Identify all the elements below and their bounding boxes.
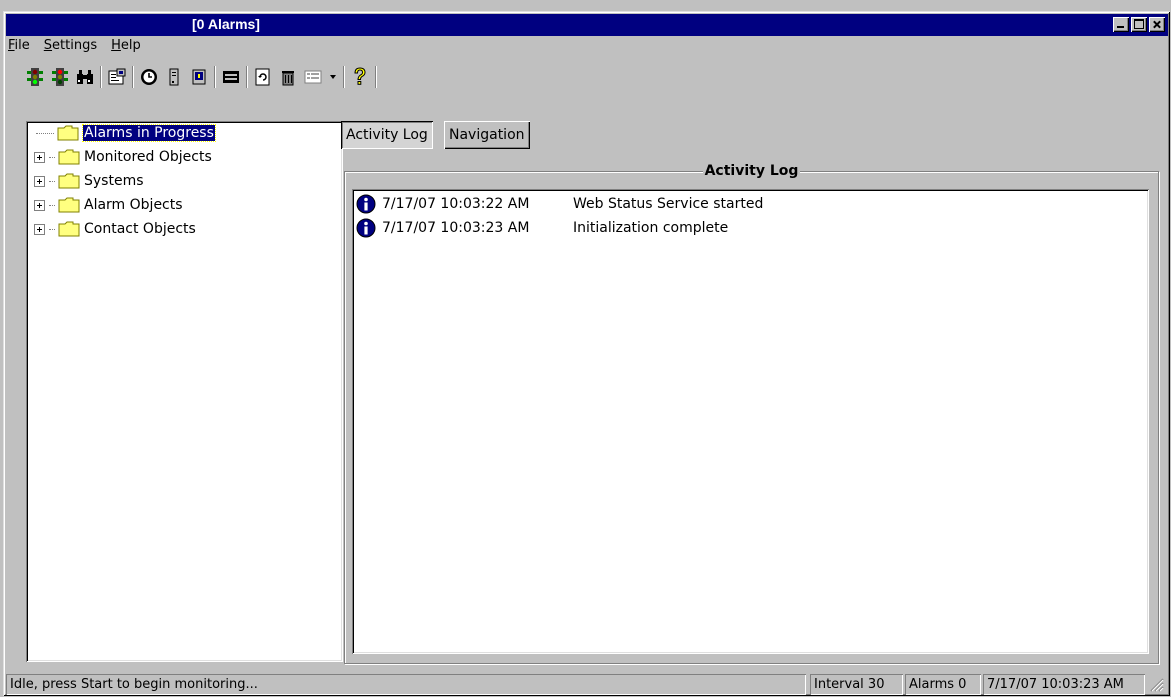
info-icon <box>356 194 376 214</box>
menu-settings-mnemonic: S <box>43 38 53 53</box>
log-time: 7/17/07 10:03:22 AM <box>382 196 530 212</box>
tree-item-label: Monitored Objects <box>84 149 212 165</box>
tree-connector <box>49 180 55 182</box>
maximize-button[interactable] <box>1131 17 1147 32</box>
folder-icon <box>58 173 80 189</box>
trash-icon[interactable] <box>277 66 299 88</box>
expand-icon[interactable] <box>34 223 45 235</box>
menu-file-label: ile <box>14 38 30 53</box>
tree-item-systems[interactable]: Systems <box>34 171 144 191</box>
tree-item-monitored-objects[interactable]: Monitored Objects <box>34 147 212 167</box>
menu-settings-label: ettings <box>52 38 98 53</box>
toolbar-separator <box>343 66 345 88</box>
menu-help[interactable]: Help <box>109 38 143 53</box>
display-icon[interactable] <box>220 66 242 88</box>
tab-navigation[interactable]: Navigation <box>444 121 530 149</box>
menu-help-mnemonic: H <box>111 38 121 53</box>
tree-item-label: Alarm Objects <box>84 197 183 213</box>
close-button[interactable] <box>1149 17 1165 32</box>
binoculars-icon[interactable] <box>74 66 96 88</box>
resize-grip-icon[interactable] <box>1148 676 1164 692</box>
toolbar-separator <box>375 66 377 88</box>
folder-icon <box>58 149 80 165</box>
tree-item-label: Contact Objects <box>84 221 196 237</box>
help-icon[interactable] <box>349 66 371 88</box>
menu-bar: File Settings Help <box>6 38 153 53</box>
minimize-button[interactable] <box>1113 17 1129 32</box>
dropdown-arrow-icon[interactable] <box>327 66 339 88</box>
tab-label: Activity Log <box>346 127 428 143</box>
status-bar: Idle, press Start to begin monitoring...… <box>6 674 1166 695</box>
log-entry[interactable]: 7/17/07 10:03:22 AM Web Status Service s… <box>356 193 763 215</box>
tree-view[interactable]: Alarms in Progress Monitored Objects Sys… <box>26 121 343 662</box>
monitor-icon[interactable] <box>188 66 210 88</box>
toolbar <box>24 64 381 90</box>
window-title: [0 Alarms] <box>192 16 260 32</box>
log-message: Web Status Service started <box>573 196 764 212</box>
clock-icon[interactable] <box>138 66 160 88</box>
tab-label: Navigation <box>449 127 525 143</box>
tree-item-alarms-in-progress[interactable]: Alarms in Progress <box>36 123 216 143</box>
menu-help-label: elp <box>120 38 141 53</box>
tree-connector <box>49 204 55 206</box>
tree-item-contact-objects[interactable]: Contact Objects <box>34 219 196 239</box>
info-icon <box>356 218 376 238</box>
menu-file[interactable]: File <box>6 38 32 53</box>
status-timestamp: 7/17/07 10:03:23 AM <box>983 674 1145 695</box>
toolbar-separator <box>100 66 102 88</box>
tree-item-alarm-objects[interactable]: Alarm Objects <box>34 195 183 215</box>
tree-connector <box>49 228 55 230</box>
expand-icon[interactable] <box>34 151 45 163</box>
folder-icon <box>58 197 80 213</box>
refresh-icon[interactable] <box>252 66 274 88</box>
tab-activity-log[interactable]: Activity Log <box>341 121 433 149</box>
status-message: Idle, press Start to begin monitoring... <box>6 674 806 695</box>
tree-connector <box>36 132 54 134</box>
view-icon[interactable] <box>302 66 324 88</box>
activity-log-title: Activity Log <box>702 163 801 179</box>
menu-settings[interactable]: Settings <box>42 38 99 53</box>
group-title: Activity Log <box>345 163 1158 179</box>
log-message: Initialization complete <box>573 220 729 236</box>
tree-connector <box>49 156 55 158</box>
log-entry[interactable]: 7/17/07 10:03:23 AM Initialization compl… <box>356 217 728 239</box>
tree-item-label: Systems <box>84 173 144 189</box>
log-time: 7/17/07 10:03:23 AM <box>382 220 530 236</box>
status-interval: Interval 30 <box>810 674 903 695</box>
expand-icon[interactable] <box>34 199 45 211</box>
toolbar-separator <box>214 66 216 88</box>
toolbar-separator <box>246 66 248 88</box>
properties-icon[interactable] <box>106 66 128 88</box>
folder-icon <box>58 221 80 237</box>
title-bar[interactable]: [0 Alarms] <box>6 14 1168 36</box>
toolbar-separator <box>132 66 134 88</box>
caption-buttons <box>1111 17 1165 32</box>
traffic-light-stop-icon[interactable] <box>49 66 71 88</box>
expand-icon[interactable] <box>34 175 45 187</box>
tree-item-label: Alarms in Progress <box>82 124 216 142</box>
traffic-light-start-icon[interactable] <box>24 66 46 88</box>
activity-log-list[interactable]: 7/17/07 10:03:22 AM Web Status Service s… <box>352 189 1149 654</box>
status-alarms: Alarms 0 <box>905 674 981 695</box>
server-icon[interactable] <box>163 66 185 88</box>
folder-icon <box>57 125 79 141</box>
